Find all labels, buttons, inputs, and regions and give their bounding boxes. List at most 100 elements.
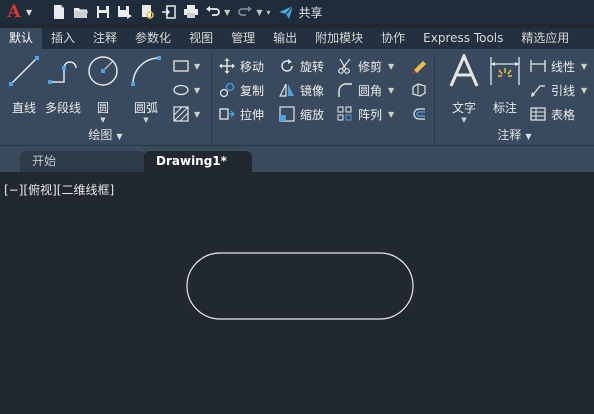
leader-tool[interactable]: 引线 ▼ (529, 80, 587, 100)
hatch-tool[interactable]: ▼ (172, 104, 200, 124)
copy-tool[interactable]: 复制 (218, 80, 264, 100)
annotation-panel-title-label: 注释 (497, 128, 522, 142)
undo-icon[interactable] (204, 3, 222, 21)
quick-access-toolbar: A ▼ ▼ ▼ ▾ 共享 (0, 0, 594, 24)
linear-dropdown-icon[interactable]: ▼ (581, 62, 587, 71)
drawing1-tab[interactable]: Drawing1* (144, 151, 252, 172)
text-tool[interactable]: 文字 ▼ (447, 52, 481, 124)
linear-dim-tool[interactable]: 线性 ▼ (529, 56, 587, 76)
new-icon[interactable] (50, 3, 68, 21)
polyline-label: 多段线 (44, 101, 81, 115)
move-icon (218, 57, 236, 75)
text-dropdown-icon[interactable]: ▼ (447, 116, 481, 124)
draw-panel: 直线 多段线 圆 ▼ 圆弧 ▼ ▼ ▼ ▼ 绘图 ▼ (0, 49, 211, 146)
dimension-tool[interactable]: 标注 (487, 54, 523, 116)
plot-preview-icon[interactable] (138, 3, 156, 21)
dimension-label: 标注 (492, 101, 517, 115)
save-icon[interactable] (94, 3, 112, 21)
redo-dropdown-icon[interactable]: ▼ (256, 8, 262, 17)
print-icon[interactable] (182, 3, 200, 21)
fillet-tool[interactable]: 圆角 ▼ (336, 80, 394, 100)
tab-express-tools[interactable]: Express Tools (414, 28, 512, 49)
share-icon (279, 5, 294, 19)
rectangle-icon (172, 57, 190, 75)
leader-label: 引线 (551, 83, 576, 98)
stretch-icon (218, 105, 236, 123)
tab-output[interactable]: 输出 (264, 28, 306, 49)
ellipse-icon (172, 81, 190, 99)
stretch-tool[interactable]: 拉伸 (218, 104, 264, 124)
app-menu-button[interactable]: A (4, 2, 24, 22)
start-tab[interactable]: 开始 (20, 151, 145, 172)
stretch-label: 拉伸 (240, 107, 265, 122)
share-button[interactable]: 共享 (278, 4, 323, 21)
app-menu-chevron-icon[interactable]: ▼ (26, 8, 32, 17)
tab-insert[interactable]: 插入 (42, 28, 84, 49)
redo-icon[interactable] (236, 3, 254, 21)
tab-manage[interactable]: 管理 (222, 28, 264, 49)
undo-dropdown-icon[interactable]: ▼ (224, 8, 230, 17)
arc-dropdown-icon[interactable]: ▼ (128, 116, 164, 124)
arc-label: 圆弧 (133, 101, 158, 115)
ribbon-tab-bar: 默认 插入 注释 参数化 视图 管理 输出 附加模块 协作 Express To… (0, 28, 594, 49)
fillet-label: 圆角 (358, 83, 383, 98)
annotation-panel: 文字 ▼ 标注 线性 ▼ 引线 ▼ 表格 注释 ▼ (435, 49, 594, 146)
rectangle-tool[interactable]: ▼ (172, 56, 200, 76)
text-label: 文字 (451, 101, 476, 115)
scale-icon (278, 105, 296, 123)
array-dropdown-icon[interactable]: ▼ (388, 110, 394, 119)
copy-label: 复制 (240, 83, 265, 98)
array-label: 阵列 (358, 107, 383, 122)
ribbon-panel-area: 直线 多段线 圆 ▼ 圆弧 ▼ ▼ ▼ ▼ 绘图 ▼ 移动 复制 拉伸 旋转 镜… (0, 49, 594, 146)
hatch-dropdown-icon[interactable]: ▼ (194, 110, 200, 119)
annotation-panel-title[interactable]: 注释 ▼ (435, 126, 594, 144)
leader-dropdown-icon[interactable]: ▼ (581, 86, 587, 95)
circle-tool[interactable]: 圆 ▼ (86, 54, 120, 124)
explode-tool[interactable] (410, 80, 432, 100)
table-tool[interactable]: 表格 (529, 104, 575, 124)
line-tool[interactable]: 直线 (6, 54, 42, 116)
move-label: 移动 (240, 59, 265, 74)
mirror-tool[interactable]: 镜像 (278, 80, 324, 100)
arc-icon (131, 56, 161, 86)
eraser-icon (410, 57, 428, 75)
tab-featured-apps[interactable]: 精选应用 (512, 28, 578, 49)
mirror-label: 镜像 (300, 83, 325, 98)
drawing-canvas[interactable]: [−][俯视][二维线框] (0, 172, 594, 414)
scale-tool[interactable]: 缩放 (278, 104, 324, 124)
scale-label: 缩放 (300, 107, 325, 122)
linear-dimension-icon (529, 57, 547, 75)
trim-icon (336, 57, 354, 75)
rotate-tool[interactable]: 旋转 (278, 56, 324, 76)
tab-annotate[interactable]: 注释 (84, 28, 126, 49)
tab-view[interactable]: 视图 (180, 28, 222, 49)
ellipse-tool[interactable]: ▼ (172, 80, 200, 100)
rectangle-dropdown-icon[interactable]: ▼ (194, 62, 200, 71)
offset-icon (410, 105, 428, 123)
trim-tool[interactable]: 修剪 ▼ (336, 56, 394, 76)
explode-icon (410, 81, 428, 99)
offset-tool[interactable] (410, 104, 432, 124)
erase-tool[interactable] (410, 56, 432, 76)
fillet-dropdown-icon[interactable]: ▼ (388, 86, 394, 95)
ellipse-dropdown-icon[interactable]: ▼ (194, 86, 200, 95)
arc-tool[interactable]: 圆弧 ▼ (128, 54, 164, 124)
tab-parametric[interactable]: 参数化 (126, 28, 180, 49)
customize-toolbar-icon[interactable]: ▾ (266, 8, 270, 17)
draw-panel-title[interactable]: 绘图 ▼ (0, 126, 211, 144)
tab-addins[interactable]: 附加模块 (306, 28, 372, 49)
dimension-icon (490, 57, 520, 85)
save-as-icon[interactable] (116, 3, 134, 21)
circle-dropdown-icon[interactable]: ▼ (86, 116, 120, 124)
tab-home[interactable]: 默认 (0, 28, 43, 49)
polyline-tool[interactable]: 多段线 (44, 54, 82, 116)
line-label: 直线 (11, 101, 36, 115)
trim-dropdown-icon[interactable]: ▼ (388, 62, 394, 71)
export-icon[interactable] (160, 3, 178, 21)
array-tool[interactable]: 阵列 ▼ (336, 104, 394, 124)
tab-collaborate[interactable]: 协作 (372, 28, 414, 49)
table-label: 表格 (551, 107, 576, 122)
obround-shape[interactable] (186, 252, 414, 320)
move-tool[interactable]: 移动 (218, 56, 264, 76)
open-icon[interactable] (72, 3, 90, 21)
